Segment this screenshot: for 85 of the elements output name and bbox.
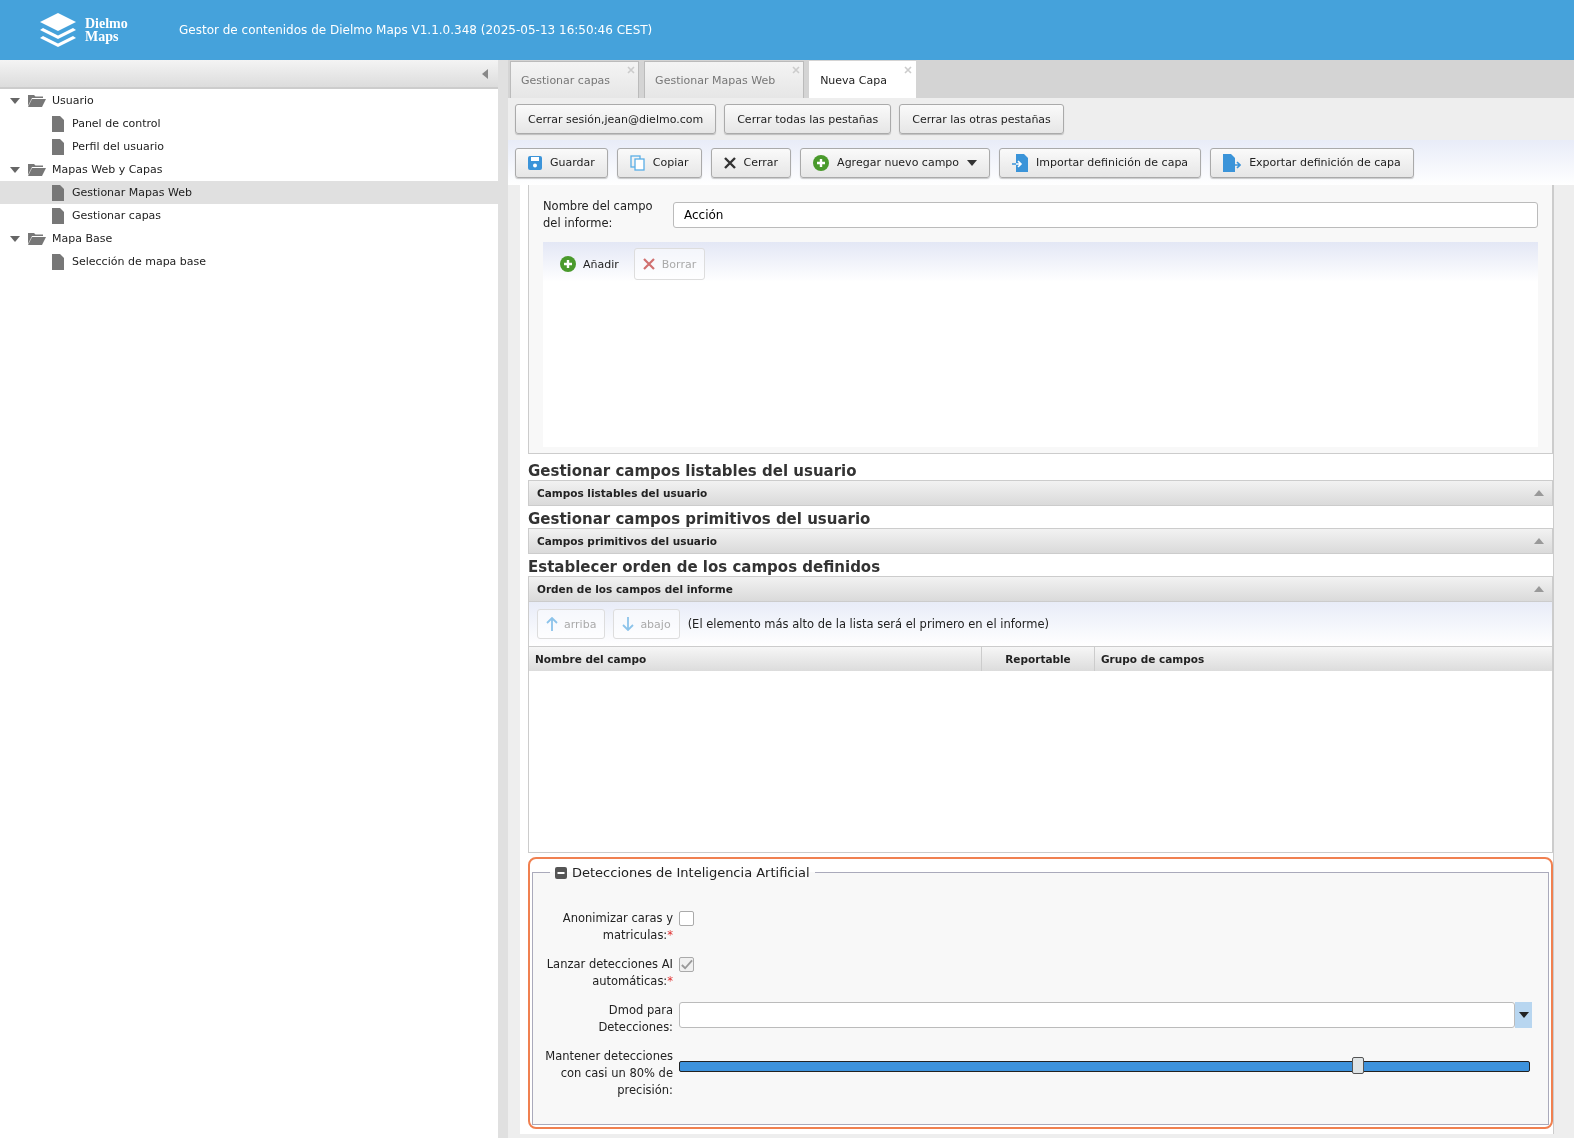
tree-folder[interactable]: Usuario xyxy=(0,89,498,112)
logo-text: Dielmo xyxy=(85,17,128,30)
document-icon xyxy=(52,207,64,224)
tree-item[interactable]: Selección de mapa base xyxy=(0,250,498,273)
required-mark: * xyxy=(667,928,673,942)
session-button[interactable]: Cerrar las otras pestañas xyxy=(899,104,1064,134)
folder-icon xyxy=(28,94,46,107)
session-button[interactable]: Cerrar todas las pestañas xyxy=(724,104,892,134)
panel-header[interactable]: Campos listables del usuario xyxy=(528,480,1553,506)
caret-icon xyxy=(10,166,20,173)
tree-item[interactable]: Perfil del usuario xyxy=(0,135,498,158)
tree-item-label: Gestionar Mapas Web xyxy=(72,186,193,199)
dropdown-field[interactable] xyxy=(679,1002,1532,1028)
file-export-icon xyxy=(1223,153,1242,172)
tree-item-label: Selección de mapa base xyxy=(72,255,207,268)
logo-text: Maps xyxy=(85,30,120,43)
field-label: Dmod para Detecciones: xyxy=(597,1002,673,1036)
field-label: Anonimizar caras y matriculas:* xyxy=(561,910,673,944)
fieldset-legend: Detecciones de Inteligencia Artificial xyxy=(572,865,810,880)
folder-icon xyxy=(28,232,46,245)
grid-button[interactable]: Añadir xyxy=(551,248,628,280)
document-icon xyxy=(52,253,64,270)
copy-icon xyxy=(629,154,645,171)
collapse-icon[interactable] xyxy=(555,866,567,879)
caret-icon xyxy=(1518,1012,1529,1018)
field-label: Lanzar detecciones AI automáticas:* xyxy=(545,956,673,990)
tree-item[interactable]: Panel de control xyxy=(0,112,498,135)
session-button[interactable]: Cerrar sesión,jean@dielmo.com xyxy=(515,104,717,134)
tree-item-label: Gestionar capas xyxy=(72,209,162,222)
collapse-icon xyxy=(1534,586,1544,592)
app-title: Gestor de contenidos de Dielmo Maps V1.1.0.348 (2025-05-13 16:50:46 CEST) xyxy=(179,23,653,37)
folder-icon xyxy=(28,163,46,176)
arrow-down-icon xyxy=(622,617,635,631)
close-icon[interactable] xyxy=(627,66,636,74)
tab[interactable]: Gestionar capas xyxy=(510,61,640,98)
folder-label: Mapas Web y Capas xyxy=(52,163,163,176)
checkbox[interactable] xyxy=(679,911,694,926)
collapse-icon xyxy=(1534,490,1544,496)
tree-item[interactable]: Gestionar Mapas Web xyxy=(0,181,498,204)
text-field[interactable]: Acción xyxy=(673,202,1538,228)
caret-icon xyxy=(10,97,20,104)
required-mark: * xyxy=(667,974,673,988)
tree-item[interactable]: Gestionar capas xyxy=(0,204,498,227)
document-icon xyxy=(52,138,64,155)
toolbar-button[interactable]: Guardar xyxy=(515,147,608,178)
toolbar-button[interactable]: Cerrar xyxy=(710,147,792,178)
plus-circle-icon xyxy=(560,256,576,272)
field-label: Mantener detecciones con casi un 80% de precisión: xyxy=(544,1048,673,1099)
tab[interactable]: Nueva Capa xyxy=(809,61,916,98)
document-icon xyxy=(52,115,64,132)
section-heading: Establecer orden de los campos definidos xyxy=(528,558,882,576)
field-label: Nombre del campo del informe: xyxy=(543,198,654,232)
toolbar-button[interactable]: Importar definición de capa xyxy=(999,147,1202,178)
caret-icon xyxy=(967,159,978,166)
plus-circle-icon xyxy=(813,154,830,171)
section-heading: Gestionar campos primitivos del usuario xyxy=(528,510,872,528)
section-heading: Gestionar campos listables del usuario xyxy=(528,462,858,480)
panel-header[interactable]: Campos primitivos del usuario xyxy=(528,528,1553,554)
slider-thumb[interactable] xyxy=(1352,1057,1365,1074)
caret-icon xyxy=(10,235,20,242)
delete-x-icon xyxy=(642,258,655,270)
column-header[interactable]: Grupo de campos xyxy=(1095,647,1552,671)
checkbox[interactable] xyxy=(679,957,694,972)
close-icon[interactable] xyxy=(792,66,801,74)
arrow-up-icon xyxy=(546,617,558,631)
folder-label: Usuario xyxy=(52,94,94,107)
column-header[interactable]: Nombre del campo xyxy=(529,647,982,671)
document-icon xyxy=(52,184,64,201)
hint-text: (El elemento más alto de la lista será el primero en el informe) xyxy=(687,617,1050,631)
folder-label: Mapa Base xyxy=(52,232,113,245)
toolbar-button[interactable]: Copiar xyxy=(616,147,702,178)
collapse-icon xyxy=(1534,538,1544,544)
tree-folder[interactable]: Mapas Web y Capas xyxy=(0,158,498,181)
close-icon[interactable] xyxy=(904,66,912,74)
splitter-handle[interactable] xyxy=(498,60,508,1138)
file-import-icon xyxy=(1012,153,1029,172)
tree-item-label: Panel de control xyxy=(72,117,161,130)
column-header[interactable]: Reportable xyxy=(982,647,1095,671)
toolbar-button[interactable]: Exportar definición de capa xyxy=(1210,147,1414,178)
tree-item-label: Perfil del usuario xyxy=(72,140,165,153)
tree-folder[interactable]: Mapa Base xyxy=(0,227,498,250)
close-icon xyxy=(723,156,736,169)
panel-header[interactable]: Orden de los campos del informe xyxy=(528,576,1553,602)
tab[interactable]: Gestionar Mapas Web xyxy=(644,61,805,98)
toolbar-button[interactable]: Agregar nuevo campo xyxy=(800,147,991,178)
